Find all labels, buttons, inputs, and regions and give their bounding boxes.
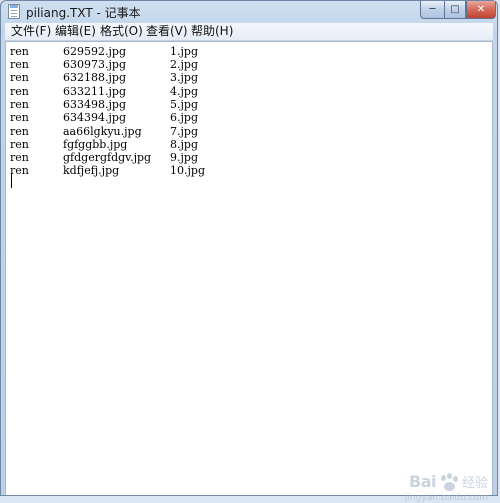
menu-view[interactable]: 查看(V) — [146, 24, 188, 39]
watermark-url: jingyan.baidu.com — [404, 493, 488, 503]
line-command: ren — [10, 45, 29, 58]
line-command: ren — [10, 138, 29, 151]
text-editor-area[interactable]: ren 629592.jpg 1.jpg ren 630973.jpg 2.jp… — [5, 41, 493, 503]
window-title: piliang.TXT - 记事本 — [26, 6, 141, 20]
line-command: ren — [10, 98, 29, 111]
line-target-file: 9.jpg — [170, 151, 198, 164]
notepad-app-icon[interactable] — [8, 4, 20, 19]
line-command: ren — [10, 151, 29, 164]
text-line: ren 633498.jpg 5.jpg — [10, 98, 198, 111]
text-caret — [11, 174, 12, 188]
watermark-brand-suffix: 经验 — [461, 476, 488, 491]
line-command: ren — [10, 111, 29, 124]
text-line: ren aa66lgkyu.jpg 7.jpg — [10, 125, 198, 138]
line-target-file: 10.jpg — [170, 164, 205, 177]
menu-edit[interactable]: 编辑(E) — [55, 24, 96, 39]
baidu-jingyan-watermark: Bai 经验 jingyan.baidu.com — [405, 472, 488, 503]
watermark-brand: Bai — [409, 472, 436, 491]
text-line: ren 629592.jpg 1.jpg — [10, 45, 198, 58]
line-source-file: 632188.jpg — [63, 71, 126, 84]
line-command: ren — [10, 164, 29, 177]
line-source-file: 629592.jpg — [63, 45, 126, 58]
minimize-button[interactable]: ─ — [420, 1, 444, 19]
line-target-file: 3.jpg — [170, 71, 198, 84]
menu-format[interactable]: 格式(O) — [100, 24, 143, 39]
line-source-file: aa66lgkyu.jpg — [63, 125, 142, 138]
line-target-file: 8.jpg — [170, 138, 198, 151]
line-source-file: 633498.jpg — [63, 98, 126, 111]
text-line: ren kdfjefj.jpg 10.jpg — [10, 164, 205, 177]
line-source-file: gfdgergfdgv.jpg — [63, 151, 152, 164]
text-line: ren gfdgergfdgv.jpg 9.jpg — [10, 151, 198, 164]
line-source-file: 634394.jpg — [63, 111, 126, 124]
line-command: ren — [10, 58, 29, 71]
line-source-file: fgfggbb.jpg — [63, 138, 128, 151]
menu-bar: 文件(F) 编辑(E) 格式(O) 查看(V) 帮助(H) — [5, 23, 493, 41]
title-bar[interactable]: piliang.TXT - 记事本 ─ □ ✕ — [1, 1, 497, 23]
line-target-file: 1.jpg — [170, 45, 198, 58]
menu-file[interactable]: 文件(F) — [11, 24, 51, 39]
line-target-file: 5.jpg — [170, 98, 198, 111]
text-line: ren fgfggbb.jpg 8.jpg — [10, 138, 198, 151]
line-command: ren — [10, 125, 29, 138]
text-line: ren 630973.jpg 2.jpg — [10, 58, 198, 71]
text-line: ren 633211.jpg 4.jpg — [10, 85, 198, 98]
line-source-file: 633211.jpg — [63, 85, 126, 98]
text-line: ren 634394.jpg 6.jpg — [10, 111, 198, 124]
line-command: ren — [10, 71, 29, 84]
menu-help[interactable]: 帮助(H) — [191, 24, 233, 39]
paw-logo-icon — [439, 472, 459, 491]
close-button[interactable]: ✕ — [466, 1, 496, 19]
line-source-file: kdfjefj.jpg — [63, 164, 120, 177]
notepad-window: piliang.TXT - 记事本 ─ □ ✕ 文件(F) 编辑(E) 格式(O… — [0, 0, 498, 503]
line-source-file: 630973.jpg — [63, 58, 126, 71]
line-target-file: 2.jpg — [170, 58, 198, 71]
line-target-file: 7.jpg — [170, 125, 198, 138]
line-target-file: 4.jpg — [170, 85, 198, 98]
line-target-file: 6.jpg — [170, 111, 198, 124]
text-line: ren 632188.jpg 3.jpg — [10, 71, 198, 84]
line-command: ren — [10, 85, 29, 98]
maximize-button[interactable]: □ — [444, 1, 466, 19]
